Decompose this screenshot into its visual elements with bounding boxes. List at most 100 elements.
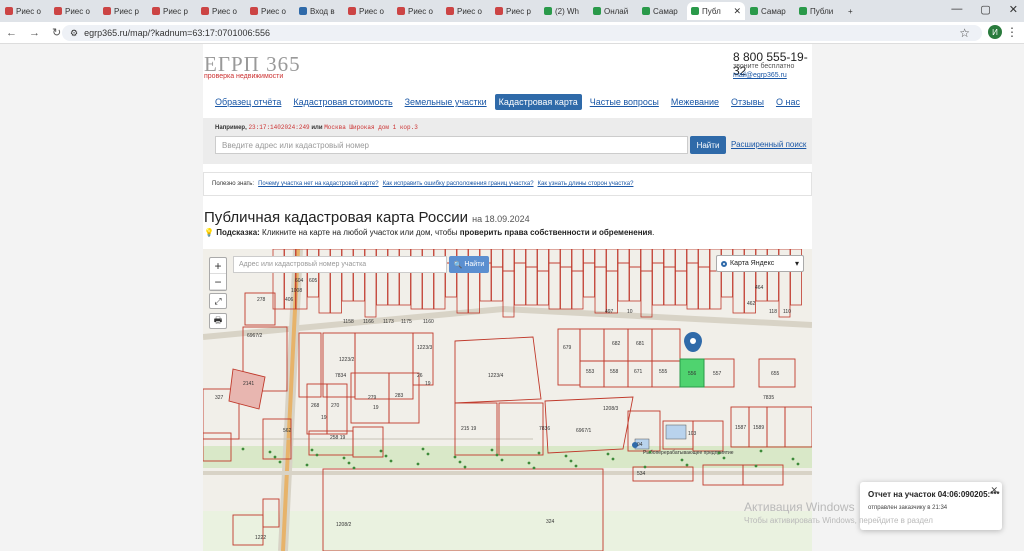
map-canvas[interactable]: 278 604 605 1008 406 1223/2 7834 1223/3 1223/4 26… [203, 249, 812, 551]
browser-tab[interactable]: Риес о [442, 2, 490, 20]
back-icon[interactable]: ← [6, 27, 17, 39]
parcel-number-label: 556 [688, 371, 697, 377]
notification-close-icon[interactable]: ✕ [990, 485, 998, 496]
watermark-line-1: Активация Windows [744, 500, 855, 514]
browser-tab[interactable]: Риес р [148, 2, 196, 20]
advanced-search-link[interactable]: Расширенный поиск [731, 140, 806, 149]
hint-bold: проверить права собственности и обремене… [459, 228, 653, 237]
tab-label: Онлай [604, 6, 629, 16]
browser-tab[interactable]: Риес о [344, 2, 392, 20]
search-button[interactable]: Найти [690, 136, 726, 154]
useful-label: Полезно знать: [212, 181, 255, 187]
browser-tab[interactable]: Самар [746, 2, 794, 20]
map-type-select[interactable]: Карта Яндекс ▾ [716, 255, 804, 272]
map-search-button-label: Найти [464, 261, 485, 268]
tab-favicon-icon [446, 7, 454, 15]
example-address[interactable]: Москва Широкая дом 1 кор.3 [324, 124, 418, 131]
browser-tab[interactable]: Публ ✕ [687, 2, 745, 20]
parcel-number-label: 7835 [763, 395, 774, 401]
chevron-down-icon: ▾ [794, 259, 799, 268]
example-kadnum[interactable]: 23:17:1402024:249 [248, 124, 309, 131]
browser-tab[interactable]: Риес о [197, 2, 245, 20]
useful-link-2[interactable]: Как исправить ошибку расположения границ… [383, 181, 534, 187]
nav-faq[interactable]: Частые вопросы [586, 94, 663, 110]
useful-link-3[interactable]: Как узнать длины сторон участка? [538, 181, 634, 187]
tab-label: Риес р [506, 6, 531, 16]
tab-label: Самар [761, 6, 786, 16]
map-type-label: Карта Яндекс [730, 260, 775, 267]
bookmark-star-icon[interactable]: ☆ [959, 26, 970, 40]
parcel-number-label: 268 [311, 403, 320, 409]
browser-tab[interactable]: Риес о [50, 2, 98, 20]
profile-avatar[interactable]: И [988, 25, 1002, 39]
fullscreen-icon[interactable]: ⤢ [209, 293, 227, 309]
useful-link-1[interactable]: Почему участка нет на кадастровой карте? [258, 181, 378, 187]
browser-tab[interactable]: Риес р [99, 2, 147, 20]
tab-label: Риес о [261, 6, 286, 16]
tab-favicon-icon [750, 7, 758, 15]
minimize-icon[interactable]: — [951, 3, 962, 16]
new-tab-button[interactable]: + [844, 2, 862, 20]
parcel-number-label: 1175 [401, 319, 412, 325]
browser-tab[interactable]: Онлай [589, 2, 637, 20]
nav-cadastral-map[interactable]: Кадастровая карта [494, 94, 582, 110]
cadastral-map[interactable]: 278 604 605 1008 406 1223/2 7834 1223/3 1223/4 26… [203, 249, 812, 551]
browser-tab[interactable]: Публи [795, 2, 843, 20]
map-search-input[interactable]: Адрес или кадастровый номер участка [233, 256, 447, 273]
forward-icon[interactable]: → [29, 27, 40, 39]
parcel-number-label: 6967/2 [247, 333, 263, 339]
nav-sample-report[interactable]: Образец отчёта [211, 94, 285, 110]
tab-label: Риес о [212, 6, 237, 16]
tab-close-icon[interactable]: ✕ [733, 6, 741, 17]
browser-tab[interactable]: Риес о [393, 2, 441, 20]
tab-favicon-icon [152, 7, 160, 15]
zoom-in-button[interactable]: + [210, 258, 226, 274]
reload-icon[interactable]: ↻ [52, 26, 61, 39]
browser-tab-bar: Риес о Риес о Риес р Риес р Риес о Риес о Вход… [0, 0, 1024, 22]
tab-favicon-icon [642, 7, 650, 15]
browser-tab[interactable]: (2) Wh [540, 2, 588, 20]
email-link[interactable]: mail@egrp365.ru [733, 72, 787, 79]
maximize-icon[interactable]: ▢ [980, 3, 990, 16]
page-title: Публичная кадастровая карта России на 18… [204, 209, 530, 226]
browser-tab[interactable]: Риес о [1, 2, 49, 20]
useful-links: Полезно знать: Почему участка нет на кад… [203, 172, 812, 196]
nav-cadastral-value[interactable]: Кадастровая стоимость [289, 94, 396, 110]
zoom-out-button[interactable]: − [210, 274, 226, 290]
parcel-number-label: 2141 [243, 381, 254, 387]
tab-favicon-icon [201, 7, 209, 15]
logo-subtitle: проверка недвижимости [204, 73, 284, 80]
parcel-number-label: 464 [755, 285, 764, 291]
tab-favicon-icon [348, 7, 356, 15]
parcel-number-label: 215 19 [461, 426, 477, 432]
search-input[interactable]: Введите адрес или кадастровый номер [215, 136, 688, 154]
nav-land-plots[interactable]: Земельные участки [401, 94, 491, 110]
parcel-number-label: 1158 [343, 319, 354, 325]
nav-about[interactable]: О нас [772, 94, 804, 110]
tab-label: Риес о [65, 6, 90, 16]
tab-favicon-icon [299, 7, 307, 15]
nav-surveying[interactable]: Межевание [667, 94, 723, 110]
print-icon[interactable]: 🖶 [209, 313, 227, 329]
parcel-number-label: 278 [257, 297, 266, 303]
url-field[interactable]: ⚙ egrp365.ru/map/?kadnum=63:17:0701006:5… [62, 25, 982, 41]
browser-tab[interactable]: Риес р [491, 2, 539, 20]
browser-menu-icon[interactable]: ⋮ [1006, 25, 1018, 39]
example-prefix: Например, [215, 125, 247, 131]
zoom-control: + − [209, 257, 227, 291]
browser-tab[interactable]: Риес о [246, 2, 294, 20]
browser-tab[interactable]: Вход в [295, 2, 343, 20]
tab-label: Публ [702, 6, 721, 16]
parcel-number-label: 26 [417, 373, 423, 379]
parcel-number-label: 497 [605, 309, 614, 315]
window-controls: — ▢ ✕ [951, 3, 1018, 16]
parcel-number-label: 681 [636, 341, 645, 347]
site-info-icon[interactable]: ⚙ [70, 28, 78, 39]
map-search-button[interactable]: 🔍 Найти [449, 256, 489, 273]
parcel-number-label: 604 [295, 278, 304, 284]
close-window-icon[interactable]: ✕ [1009, 3, 1018, 16]
browser-tab[interactable]: Самар [638, 2, 686, 20]
tab-favicon-icon [5, 7, 13, 15]
nav-reviews[interactable]: Отзывы [727, 94, 768, 110]
parcel-number-label: 19 [425, 381, 431, 387]
